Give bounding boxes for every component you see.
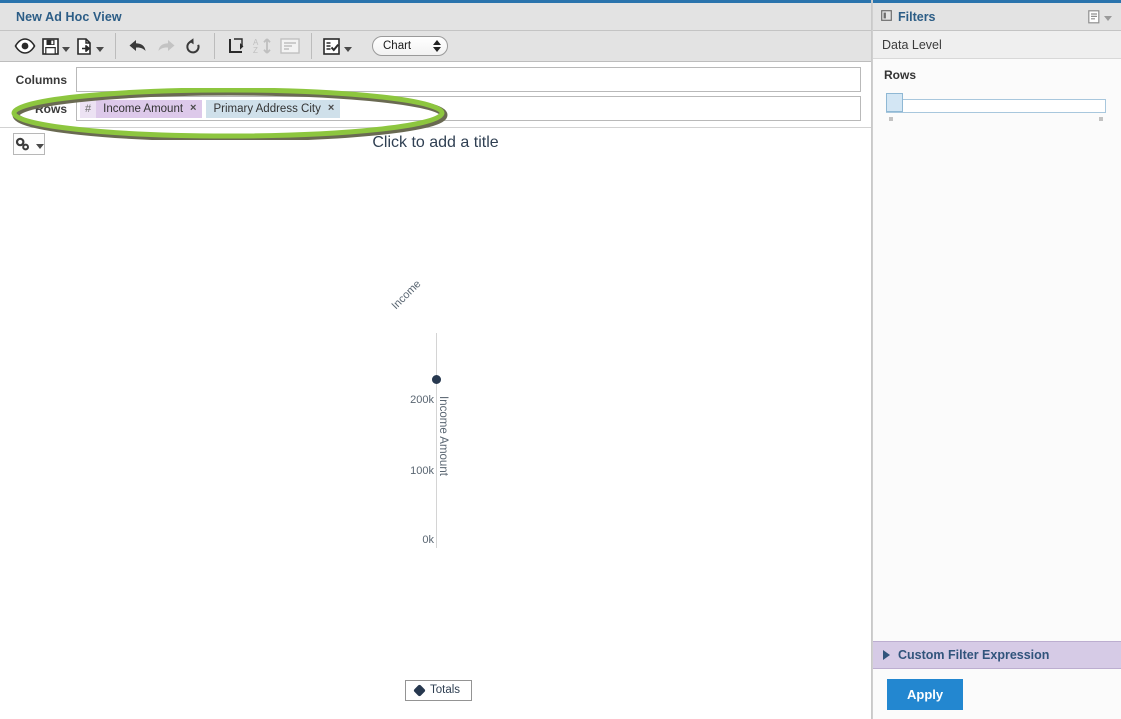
chart-legend[interactable]: Totals (405, 680, 473, 701)
rows-label: Rows (34, 101, 67, 116)
custom-filter-expression-label: Custom Filter Expression (898, 648, 1050, 662)
preview-icon[interactable] (11, 34, 39, 58)
plot-area: Income Income Amount 200k 100k 0k Totals (0, 128, 871, 719)
panel-icon (881, 9, 892, 24)
view-type-select[interactable]: Chart (372, 36, 448, 56)
legend-label: Totals (430, 684, 461, 696)
sort-az-icon: A Z (249, 34, 277, 58)
switch-axes-icon[interactable] (223, 34, 249, 58)
measure-type-glyph: # (80, 99, 97, 118)
toolbar-group-history (117, 31, 213, 62)
revert-icon[interactable] (180, 34, 206, 58)
y-axis-title: Income Amount (437, 396, 449, 476)
data-level-label: Data Level (882, 37, 942, 52)
chip-label: Income Amount (103, 102, 184, 115)
slider-tick-max (1099, 117, 1103, 121)
data-level-row[interactable]: Data Level (873, 31, 1121, 59)
data-point-totals[interactable] (432, 375, 441, 384)
rows-range-slider[interactable] (886, 89, 1110, 123)
list-menu-icon[interactable] (1085, 5, 1115, 29)
chart-canvas: Click to add a title Income Income Amoun… (0, 128, 871, 719)
chip-label: Primary Address City (213, 102, 321, 115)
select-fields-dropdown-caret[interactable] (344, 46, 352, 52)
toolbar-separator (311, 33, 312, 59)
ad-hoc-view-app: New Ad Hoc View A Z Chart Columns Rows #… (0, 0, 1121, 719)
field-chip-primary-address-city[interactable]: Primary Address City × (206, 99, 341, 118)
save-icon[interactable] (39, 34, 73, 58)
list-menu-caret[interactable] (1104, 16, 1112, 21)
toolbar-separator (214, 33, 215, 59)
main-panel: New Ad Hoc View A Z Chart Columns Rows #… (0, 0, 872, 719)
shelves-area: Columns Rows # Income Amount × Primary A… (0, 62, 871, 128)
view-type-value: Chart (383, 40, 412, 52)
page-options-icon (277, 34, 303, 58)
chip-remove-icon[interactable]: × (328, 103, 334, 114)
slider-handle-min[interactable] (886, 93, 903, 112)
filter-group-rows-label: Rows (884, 68, 917, 82)
chevron-right-icon (883, 650, 890, 660)
slider-track-lower[interactable] (886, 106, 1106, 113)
export-icon[interactable] (73, 34, 107, 58)
save-dropdown-caret[interactable] (62, 46, 70, 52)
filters-title: Filters (898, 9, 936, 24)
custom-filter-expression-section[interactable]: Custom Filter Expression (873, 641, 1121, 669)
filters-header: Filters (873, 0, 1121, 31)
y-tick-label: 200k (410, 394, 434, 406)
filters-body: Rows (873, 59, 1121, 641)
field-chip-income-amount[interactable]: # Income Amount × (80, 99, 203, 118)
export-dropdown-caret[interactable] (96, 46, 104, 52)
toolbar-group-file (4, 31, 114, 62)
rows-shelf: Rows # Income Amount × Primary Address C… (0, 96, 861, 121)
select-stepper-icon (433, 40, 441, 52)
toolbar-group-layout: A Z (216, 31, 310, 62)
page-title: New Ad Hoc View (16, 9, 122, 24)
main-toolbar: A Z Chart (0, 31, 871, 62)
toolbar-group-fields (313, 31, 362, 62)
legend-marker-icon (413, 683, 426, 697)
svg-text:Z: Z (253, 46, 258, 55)
slider-tick-min (889, 117, 893, 121)
toolbar-separator (115, 33, 116, 59)
select-fields-icon[interactable] (320, 34, 355, 58)
columns-shelf: Columns (0, 67, 861, 92)
undo-icon[interactable] (124, 34, 152, 58)
rows-dropzone[interactable]: # Income Amount × Primary Address City × (76, 96, 861, 121)
filters-panel: Filters Data Level Rows Custom Filter Ex… (872, 0, 1121, 719)
chip-remove-icon[interactable]: × (190, 103, 196, 114)
columns-label: Columns (15, 72, 67, 87)
window-titlebar: New Ad Hoc View (0, 0, 871, 31)
apply-button[interactable]: Apply (887, 678, 964, 710)
columns-dropzone[interactable] (76, 67, 861, 92)
y-tick-label: 100k (410, 465, 434, 477)
apply-row: Apply (873, 669, 1121, 719)
redo-icon (152, 34, 180, 58)
category-label-income: Income (389, 278, 424, 312)
y-tick-label: 0k (422, 534, 434, 546)
